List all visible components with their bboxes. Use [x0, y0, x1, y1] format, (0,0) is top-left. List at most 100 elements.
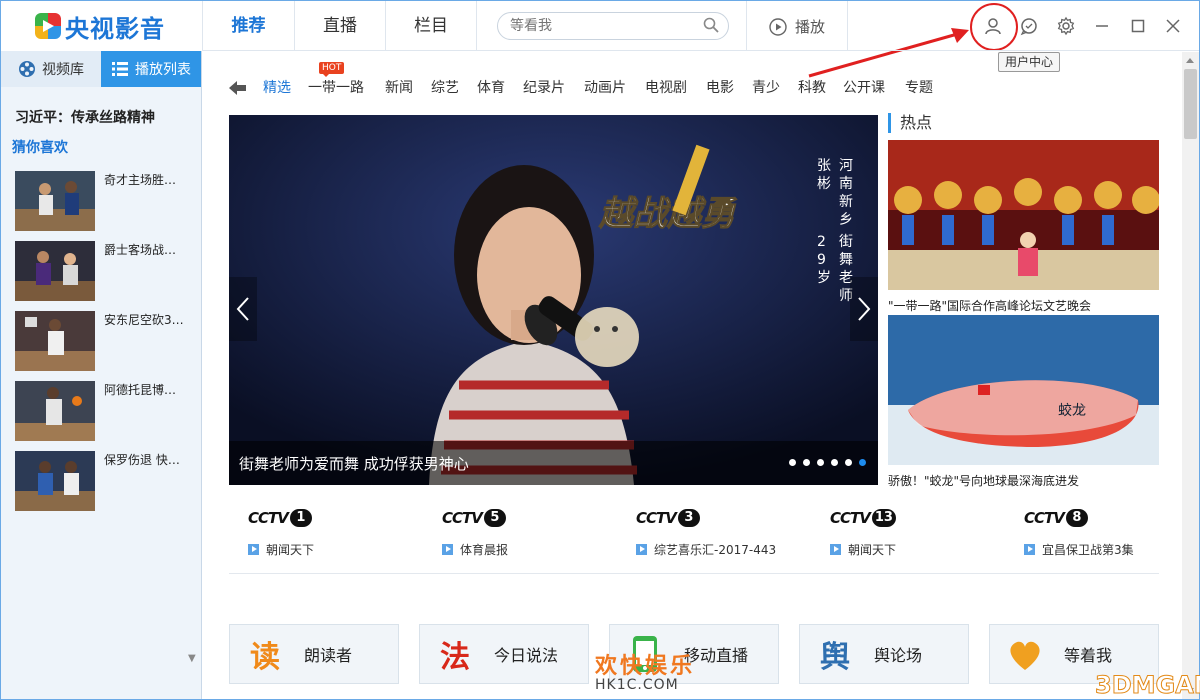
feature-forum-button[interactable]: 舆 舆论场 — [799, 624, 969, 684]
hot-card-caption: "一带一路"国际合作高峰论坛文艺晚会 — [888, 299, 1092, 313]
tab-video-library[interactable]: 视频库 — [1, 51, 101, 87]
logo-text: 央视影音 — [65, 14, 165, 43]
gear-icon — [1057, 16, 1075, 36]
cctv-logo-text: CCTV — [248, 509, 289, 527]
category-special[interactable]: 专题 — [905, 77, 933, 97]
back-arrow-icon[interactable] — [229, 80, 247, 96]
hot-image — [888, 140, 1160, 290]
channel-program[interactable]: 体育晨报 — [442, 541, 592, 558]
tab-label: 播放列表 — [135, 62, 191, 78]
category-science[interactable]: 科教 — [798, 77, 826, 97]
carousel-dot[interactable] — [845, 459, 852, 466]
list-item[interactable]: 安东尼空砍3… — [15, 311, 195, 371]
channel-card[interactable]: CCTV 8 宜昌保卫战第3集 — [1024, 507, 1174, 558]
category-animation[interactable]: 动画片 — [584, 77, 626, 97]
banner-prev-button[interactable] — [229, 277, 257, 341]
channel-number: 13 — [871, 509, 896, 527]
cctv-logo-text: CCTV — [1024, 509, 1065, 527]
cctv-logo-text: CCTV — [442, 509, 483, 527]
category-news[interactable]: 新闻 — [385, 77, 413, 97]
user-center-button[interactable] — [982, 15, 1004, 37]
channel-program[interactable]: 宜昌保卫战第3集 — [1024, 541, 1174, 558]
live-channels: CCTV 1 朝闻天下 CCTV 5 体育晨报 CCTV 3 综艺喜乐汇-2017-4… — [229, 507, 1159, 567]
user-center-tooltip: 用户中心 — [998, 52, 1061, 72]
channel-card[interactable]: CCTV 1 朝闻天下 — [248, 507, 398, 558]
list-item[interactable]: 奇才主场胜… — [15, 171, 195, 231]
annotation-arrow — [808, 28, 969, 78]
carousel-dot[interactable] — [831, 459, 838, 466]
carousel-dot-active[interactable] — [859, 459, 866, 466]
play-icon — [248, 544, 259, 555]
sidebar-headline[interactable]: 习近平：传承丝路精神 — [15, 107, 155, 127]
settings-button[interactable] — [1055, 15, 1077, 37]
hero-banner[interactable]: 越战越勇 张彬 29岁 河南新乡 街舞老师 街舞老师为爱而舞 成功俘获男神心 — [229, 115, 878, 485]
list-item-title: 爵士客场战… — [104, 243, 177, 257]
category-variety[interactable]: 综艺 — [431, 77, 459, 97]
channel-logo: CCTV 5 — [442, 507, 592, 529]
chevron-down-icon[interactable]: ▼ — [188, 653, 196, 664]
channel-card[interactable]: CCTV 13 朝闻天下 — [830, 507, 980, 558]
list-item-title: 保罗伤退 快… — [104, 453, 180, 467]
channel-card[interactable]: CCTV 3 综艺喜乐汇-2017-443 — [636, 507, 786, 558]
category-youth[interactable]: 青少 — [752, 77, 780, 97]
tab-recommend[interactable]: 推荐 — [203, 1, 294, 52]
video-thumbnail — [15, 451, 95, 511]
banner-overlay-text: 河南新乡 — [839, 158, 853, 228]
hot-card[interactable]: "一带一路"国际合作高峰论坛文艺晚会 — [888, 140, 1160, 314]
channel-logo: CCTV 13 — [830, 507, 980, 529]
carousel-dot[interactable] — [817, 459, 824, 466]
search-icon[interactable] — [703, 17, 719, 33]
play-icon — [636, 544, 647, 555]
category-movies[interactable]: 电影 — [706, 77, 734, 97]
forum-icon: 舆 — [820, 640, 850, 675]
divider — [476, 1, 477, 51]
hot-image: 蛟龙 — [888, 315, 1159, 465]
list-item[interactable]: 爵士客场战… — [15, 241, 195, 301]
banner-caption: 街舞老师为爱而舞 成功俘获男神心 — [239, 455, 469, 473]
law-icon: 法 — [440, 640, 470, 675]
feature-reader-button[interactable]: 读 朗读者 — [229, 624, 399, 684]
banner-overlay-text: 29岁 — [817, 234, 831, 286]
close-icon — [1166, 19, 1180, 33]
category-featured[interactable]: 精选 — [263, 77, 291, 97]
scroll-thumb[interactable] — [1184, 69, 1197, 139]
category-belt-road[interactable]: 一带一路 — [308, 77, 364, 97]
watermark: 3DMGAME — [1094, 671, 1200, 700]
video-thumbnail — [15, 241, 95, 301]
channel-program[interactable]: 综艺喜乐汇-2017-443 — [636, 541, 786, 558]
play-icon — [442, 544, 453, 555]
program-title: 朝闻天下 — [266, 543, 315, 557]
scrollbar[interactable] — [1182, 52, 1199, 699]
channel-program[interactable]: 朝闻天下 — [830, 541, 980, 558]
list-item[interactable]: 阿德托昆博… — [15, 381, 195, 441]
channel-program[interactable]: 朝闻天下 — [248, 541, 398, 558]
tab-columns[interactable]: 栏目 — [386, 1, 476, 51]
list-item[interactable]: 保罗伤退 快… — [15, 451, 195, 511]
category-sports[interactable]: 体育 — [477, 77, 505, 97]
hot-card[interactable]: 蛟龙 骄傲！"蛟龙"号向地球最深海底进发 — [888, 315, 1159, 489]
play-icon — [1024, 544, 1035, 555]
divider — [746, 1, 747, 51]
category-documentary[interactable]: 纪录片 — [523, 77, 565, 97]
maximize-button[interactable] — [1127, 15, 1149, 37]
category-open-course[interactable]: 公开课 — [843, 77, 885, 97]
carousel-dot[interactable] — [789, 459, 796, 466]
message-button[interactable] — [1018, 15, 1040, 37]
cctv-logo-text: CCTV — [636, 509, 677, 527]
scroll-up-arrow[interactable] — [1186, 58, 1194, 63]
sidebar: 视频库 播放列表 习近平：传承丝路精神 猜你喜欢 奇才主场胜… 爵士客场战… 安… — [1, 51, 202, 699]
feature-law-button[interactable]: 法 今日说法 — [419, 624, 589, 684]
tab-playlist[interactable]: 播放列表 — [101, 51, 201, 87]
top-bar: 央视影音 推荐 直播 栏目 播放 — [1, 1, 1199, 78]
minimize-button[interactable] — [1091, 15, 1113, 37]
search-input[interactable] — [498, 13, 688, 39]
banner-next-button[interactable] — [850, 277, 878, 341]
chevron-right-icon — [858, 297, 871, 321]
close-button[interactable] — [1162, 15, 1184, 37]
tab-live[interactable]: 直播 — [295, 1, 385, 51]
category-tv-series[interactable]: 电视剧 — [645, 77, 687, 97]
carousel-dot[interactable] — [803, 459, 810, 466]
app-logo[interactable]: 央视影音 — [1, 1, 202, 51]
channel-card[interactable]: CCTV 5 体育晨报 — [442, 507, 592, 558]
film-reel-icon — [19, 61, 35, 77]
